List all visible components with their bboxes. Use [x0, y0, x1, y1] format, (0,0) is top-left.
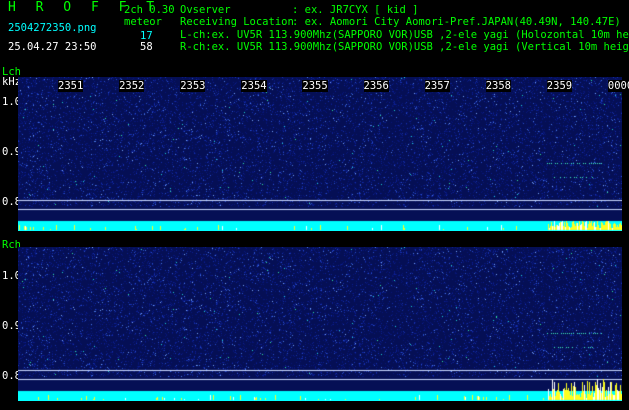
- time-tick: 2359: [546, 80, 573, 92]
- time-tick: 0000: [607, 80, 629, 92]
- time-tick: 2352: [119, 80, 145, 92]
- time-tick: 2357: [424, 80, 450, 92]
- lch-spectrogram-canvas: [18, 77, 622, 231]
- time-tick: 2354: [241, 80, 267, 92]
- lch-info: L-ch:ex. UV5R 113.900Mhz(SAPPORO VOR)USB…: [180, 29, 629, 41]
- filename: 2504272350.png: [8, 22, 97, 34]
- rch-spectrogram-canvas: [18, 247, 622, 401]
- time-tick: 2351: [58, 80, 84, 92]
- mode-label: 2ch 0.30: [124, 4, 175, 16]
- observer-value: : ex. JR7CYX [ kid ]: [292, 4, 419, 16]
- time-tick: 2358: [485, 80, 511, 92]
- time-tick: 2356: [363, 80, 389, 92]
- rch-info: R-ch:ex. UV5R 113.900Mhz(SAPPORO VOR)USB…: [180, 41, 629, 53]
- rch-meteor-count: 58: [140, 41, 153, 53]
- time-tick: 2353: [180, 80, 206, 92]
- meteor-label: meteor: [124, 16, 162, 28]
- time-tick: 2355: [302, 80, 328, 92]
- location-value: : ex. Aomori City Aomori-Pref.JAPAN(40.4…: [292, 16, 621, 28]
- datetime: 25.04.27 23:50: [8, 41, 97, 53]
- location-label: Receiving Location: [180, 16, 294, 28]
- rch-spectrogram: [18, 247, 622, 401]
- observer-label: Ovserver: [180, 4, 231, 16]
- lch-spectrogram: [18, 77, 622, 231]
